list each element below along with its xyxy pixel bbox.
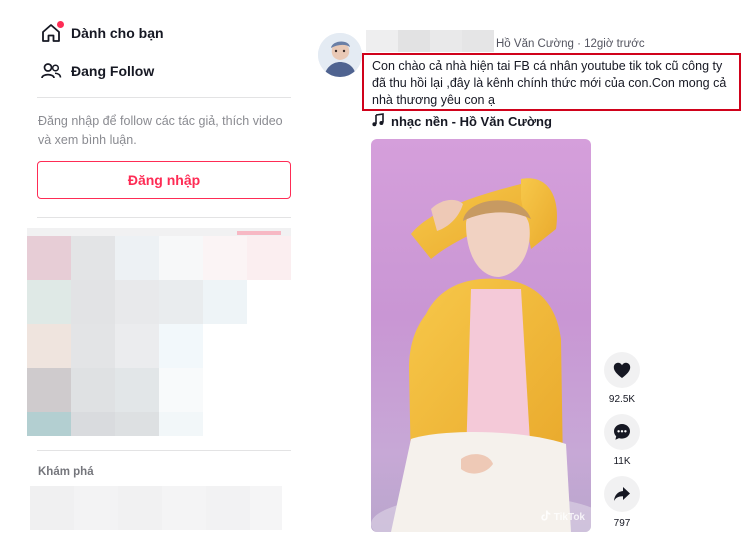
- blurred-username: [366, 30, 494, 52]
- author-avatar[interactable]: [318, 33, 362, 77]
- comment-icon: [614, 424, 630, 440]
- tiktok-logo-icon: [540, 510, 551, 524]
- blurred-discover-tags: [30, 486, 282, 530]
- share-button[interactable]: [604, 476, 640, 512]
- sidebar-divider: [37, 217, 291, 218]
- heart-icon: [613, 362, 631, 378]
- comment-action[interactable]: 11K: [603, 414, 641, 467]
- music-note-icon: [371, 113, 385, 130]
- author-meta: Hồ Văn Cường · 12giờ trước: [496, 38, 645, 50]
- nav-following-label: Đang Follow: [71, 63, 155, 79]
- login-hint: Đăng nhập để follow các tác giả, thích v…: [38, 114, 283, 147]
- like-count: 92.5K: [608, 394, 636, 405]
- sidebar-divider: [37, 97, 291, 98]
- nav-for-you-label: Dành cho bạn: [71, 25, 164, 41]
- login-button[interactable]: Đăng nhập: [37, 161, 291, 199]
- tiktok-watermark: TikTok: [540, 510, 585, 524]
- watermark-text: TikTok: [553, 511, 585, 523]
- home-icon: [40, 21, 64, 44]
- video-player[interactable]: TikTok: [371, 139, 591, 532]
- like-action[interactable]: 92.5K: [603, 352, 641, 405]
- video-frame: [371, 178, 591, 532]
- users-icon: [40, 60, 62, 82]
- like-button[interactable]: [604, 352, 640, 388]
- discover-label: Khám phá: [38, 466, 94, 478]
- blurred-suggested-accounts: [27, 236, 291, 436]
- nav-for-you[interactable]: Dành cho bạn: [40, 21, 164, 44]
- music-title: nhạc nền - Hồ Văn Cường: [391, 114, 552, 129]
- comment-count: 11K: [613, 456, 631, 467]
- post-caption: Con chào cả nhà hiện tai FB cá nhân yout…: [372, 59, 727, 107]
- notification-dot: [57, 21, 64, 28]
- share-count: 797: [613, 518, 631, 529]
- share-icon: [614, 487, 630, 501]
- share-action[interactable]: 797: [603, 476, 641, 529]
- comment-button[interactable]: [604, 414, 640, 450]
- caption-highlight-box: Con chào cả nhà hiện tai FB cá nhân yout…: [362, 53, 741, 111]
- music-link[interactable]: nhạc nền - Hồ Văn Cường: [371, 113, 552, 130]
- nav-following[interactable]: Đang Follow: [40, 60, 154, 82]
- sidebar-divider: [37, 450, 291, 451]
